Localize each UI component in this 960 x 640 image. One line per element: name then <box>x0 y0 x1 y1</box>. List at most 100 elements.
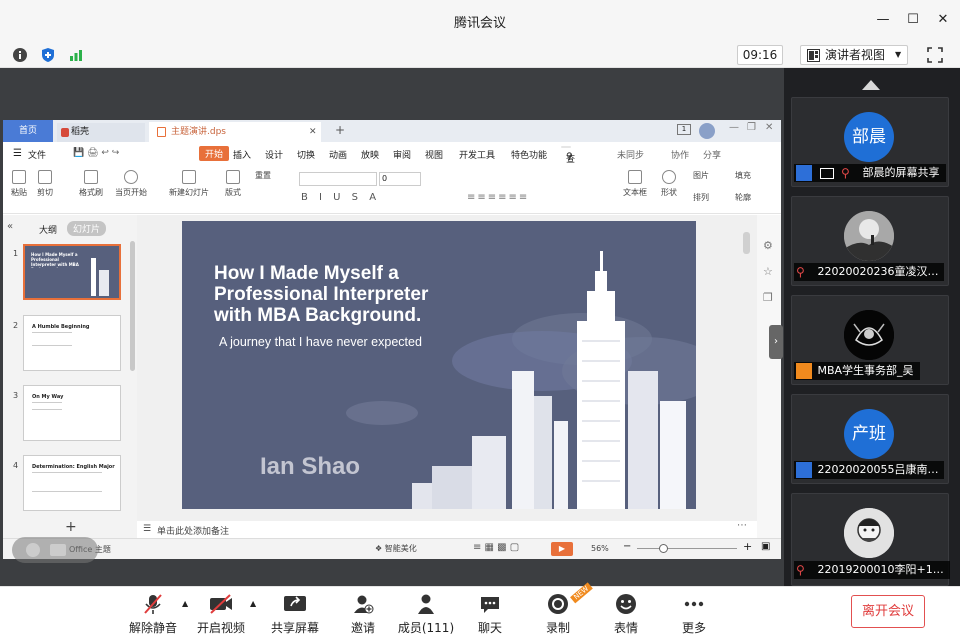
slide-thumbnail-1[interactable]: How I Made Myself a Professional Interpr… <box>23 244 121 300</box>
properties-icon[interactable]: ⚙ <box>763 239 773 252</box>
reset-button[interactable]: 重置 <box>255 170 271 181</box>
participant-tile[interactable]: 产班 22020020055吕康南… <box>791 394 949 484</box>
more-button[interactable]: 更多 <box>664 593 724 636</box>
slide-subtitle[interactable]: A journey that I have never expected <box>219 335 422 349</box>
more-icon[interactable]: ⋯ <box>737 520 747 531</box>
menu-animation[interactable]: 动画 <box>329 148 347 161</box>
menu-file[interactable]: 文件 <box>28 148 46 161</box>
menu-collab[interactable]: 协作 <box>671 148 689 161</box>
menu-developer[interactable]: 开发工具 <box>459 148 495 161</box>
textbox-button[interactable]: 文本框 <box>623 170 647 198</box>
hamburger-icon[interactable]: ☰ <box>13 148 22 159</box>
slide-thumbnail-2[interactable]: A Humble Beginning <box>23 315 121 371</box>
security-shield-icon[interactable] <box>40 47 56 63</box>
copy-icon[interactable]: ❐ <box>763 291 773 304</box>
menu-share[interactable]: 分享 <box>703 148 721 161</box>
start-video-button[interactable]: 开启视频 <box>191 593 251 636</box>
smart-beautify-button[interactable]: ❖ 智能美化 <box>375 543 417 554</box>
user-avatar[interactable] <box>699 123 715 139</box>
window-count-icon[interactable]: 1 <box>677 124 691 135</box>
info-icon[interactable] <box>12 47 28 63</box>
add-slide-icon[interactable]: + <box>65 519 77 535</box>
tab-close-icon[interactable]: ✕ <box>309 122 317 142</box>
participant-tile[interactable]: 部晨 ⚲ 部晨的屏幕共享 <box>791 97 949 187</box>
collapse-panel-icon[interactable]: « <box>7 221 13 232</box>
shape-button[interactable]: 形状 <box>661 170 677 198</box>
font-style-buttons[interactable]: B I U S A <box>301 192 380 203</box>
chat-button[interactable]: 聊天 <box>460 593 520 636</box>
menu-insert[interactable]: 插入 <box>233 148 251 161</box>
expand-panel-icon[interactable]: › <box>769 325 783 359</box>
cut-button[interactable]: 剪切 <box>37 170 53 198</box>
wps-minimize-icon[interactable]: — <box>729 122 739 133</box>
slide-author[interactable]: Ian Shao <box>260 453 360 481</box>
font-name-select[interactable] <box>299 172 377 186</box>
menu-find[interactable]: ⚲查找 <box>561 146 575 178</box>
menu-slideshow[interactable]: 放映 <box>361 148 379 161</box>
view-mode-select[interactable]: 演讲者视图 ▼ <box>800 45 908 65</box>
thumbnail-scrollbar[interactable] <box>130 241 135 371</box>
menu-special[interactable]: 特色功能 <box>511 148 547 161</box>
menu-transition[interactable]: 切换 <box>297 148 315 161</box>
menu-design[interactable]: 设计 <box>265 148 283 161</box>
participant-tile[interactable]: ⚲ 22019200010李阳+1… <box>791 493 950 586</box>
wps-tab-document[interactable]: 主题演讲.dps ✕ <box>149 122 321 142</box>
fit-window-icon[interactable]: ▣ <box>761 541 770 552</box>
record-button[interactable]: 录制 NEW <box>528 582 593 636</box>
format-painter-button[interactable]: 格式刷 <box>79 170 103 198</box>
members-button[interactable]: 成员(111) <box>394 593 458 636</box>
outline-button[interactable]: 轮廓 <box>735 192 751 203</box>
fill-button[interactable]: 填充 <box>735 170 751 181</box>
unmute-button[interactable]: 解除静音 <box>123 593 183 636</box>
quick-access-icons[interactable]: 💾 🖨 ↩ ↪ <box>73 148 119 158</box>
wps-close-icon[interactable]: ✕ <box>765 122 773 133</box>
slide-thumbnail-3[interactable]: On My Way <box>23 385 121 441</box>
notes-area[interactable]: ☰ 单击此处添加备注 ⋯ <box>137 520 757 537</box>
layout-button[interactable]: 版式 <box>225 170 241 198</box>
slide-title[interactable]: How I Made Myself a Professional Interpr… <box>214 263 494 326</box>
play-slideshow-button[interactable]: ▶ <box>551 542 573 556</box>
canvas-scrollbar[interactable] <box>743 232 750 254</box>
panel-tab-slides[interactable]: 幻灯片 <box>67 221 107 236</box>
picture-button[interactable]: 图片 <box>693 170 709 181</box>
signal-strength-icon[interactable] <box>68 47 84 63</box>
audio-options-chevron-icon[interactable]: ▲ <box>182 599 188 608</box>
arrange-button[interactable]: 排列 <box>693 192 709 203</box>
fullscreen-icon[interactable] <box>927 47 943 63</box>
zoom-slider-track[interactable] <box>637 548 737 549</box>
video-options-chevron-icon[interactable]: ▲ <box>250 599 256 608</box>
zoom-out-icon[interactable]: − <box>623 541 631 552</box>
participant-tile[interactable]: MBA学生事务部_吴 <box>791 295 949 385</box>
scroll-up-icon[interactable] <box>862 80 880 90</box>
leave-meeting-button[interactable]: 离开会议 <box>851 595 925 628</box>
reaction-button[interactable]: 表情 <box>596 593 656 636</box>
font-size-select[interactable]: 0 <box>379 172 421 186</box>
panel-tab-outline[interactable]: 大纲 <box>39 223 57 236</box>
menu-review[interactable]: 审阅 <box>393 148 411 161</box>
wps-tab-home[interactable]: 首页 <box>3 120 53 142</box>
view-mode-buttons[interactable]: ≡ ▦ ▩ ▢ <box>473 542 519 553</box>
maximize-icon[interactable]: ☐ <box>906 13 920 27</box>
wps-tab-daoke[interactable]: 稻壳 <box>57 123 145 142</box>
wps-restore-icon[interactable]: ❐ <box>747 122 756 133</box>
animation-icon[interactable]: ☆ <box>763 265 773 278</box>
mic-floating-icon[interactable] <box>26 543 40 557</box>
participant-tile[interactable]: ⚲ 22020020236童凌汉… <box>791 196 949 286</box>
close-icon[interactable]: ✕ <box>936 13 950 27</box>
new-slide-button[interactable]: 新建幻灯片 <box>169 170 209 198</box>
current-slide[interactable]: How I Made Myself a Professional Interpr… <box>182 221 696 509</box>
zoom-slider-thumb[interactable] <box>659 544 668 553</box>
play-from-current-button[interactable]: 当页开始 <box>115 170 147 198</box>
minimize-icon[interactable]: — <box>876 13 890 27</box>
zoom-in-icon[interactable]: + <box>743 540 752 553</box>
menu-view[interactable]: 视图 <box>425 148 443 161</box>
paste-button[interactable]: 粘贴 <box>11 170 27 198</box>
slide-thumbnail-4[interactable]: Determination: English Major <box>23 455 121 511</box>
menu-unsync[interactable]: 未同步 <box>617 148 644 161</box>
new-tab-icon[interactable]: + <box>335 123 345 137</box>
paragraph-align-buttons[interactable]: ≡≡≡≡≡≡ <box>467 192 529 203</box>
share-screen-button[interactable]: 共享屏幕 <box>265 593 325 636</box>
invite-button[interactable]: 邀请 <box>333 593 393 636</box>
floating-controls-pill[interactable] <box>12 537 98 563</box>
menu-start[interactable]: 开始 <box>199 146 230 161</box>
